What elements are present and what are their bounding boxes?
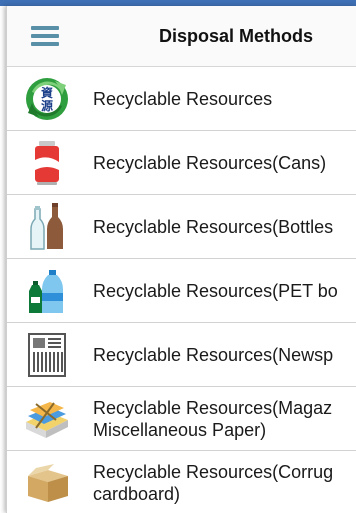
list-item-cardboard[interactable]: Recyclable Resources(Corrug cardboard) bbox=[7, 451, 356, 513]
list-item-label: Recyclable Resources(Magaz Miscellaneous… bbox=[93, 397, 333, 440]
list-item-magazines[interactable]: Recyclable Resources(Magaz Miscellaneous… bbox=[7, 387, 356, 451]
recycle-kanji-icon: 資 源 bbox=[23, 75, 71, 123]
glass-bottles-icon bbox=[23, 202, 71, 251]
magazine-bundle-icon bbox=[23, 395, 71, 443]
list-item-label: Recyclable Resources(PET bo bbox=[93, 280, 338, 301]
list-item-label: Recyclable Resources bbox=[93, 88, 273, 109]
panel-header: Disposal Methods bbox=[7, 6, 356, 67]
side-panel: Disposal Methods 資 源 Recyclable Resource… bbox=[6, 6, 356, 513]
list-item-label: Recyclable Resources(Newsp bbox=[93, 344, 334, 365]
list-item-label: Recyclable Resources(Bottles bbox=[93, 216, 334, 237]
recycle-kanji-bottom: 源 bbox=[41, 98, 53, 113]
list-item-recyclable-resources[interactable]: 資 源 Recyclable Resources bbox=[7, 67, 356, 131]
list-item-pet-bottles[interactable]: Recyclable Resources(PET bo bbox=[7, 259, 356, 323]
list-item-bottles[interactable]: Recyclable Resources(Bottles bbox=[7, 195, 356, 259]
newspaper-icon bbox=[23, 331, 71, 379]
menu-button[interactable] bbox=[21, 12, 69, 60]
list-item-label: Recyclable Resources(Cans) bbox=[93, 152, 327, 173]
page-title: Disposal Methods bbox=[159, 26, 314, 46]
cardboard-box-icon bbox=[23, 459, 71, 507]
pet-bottles-icon bbox=[23, 267, 71, 315]
can-icon bbox=[23, 139, 71, 187]
hamburger-menu-icon bbox=[31, 26, 59, 46]
list-item-label: Recyclable Resources(Corrug cardboard) bbox=[93, 461, 334, 504]
recycle-kanji-top: 資 bbox=[41, 85, 53, 100]
disposal-method-list: 資 源 Recyclable Resources Recyclable Reso… bbox=[7, 67, 356, 513]
list-item-newspapers[interactable]: Recyclable Resources(Newsp bbox=[7, 323, 356, 387]
list-item-cans[interactable]: Recyclable Resources(Cans) bbox=[7, 131, 356, 195]
